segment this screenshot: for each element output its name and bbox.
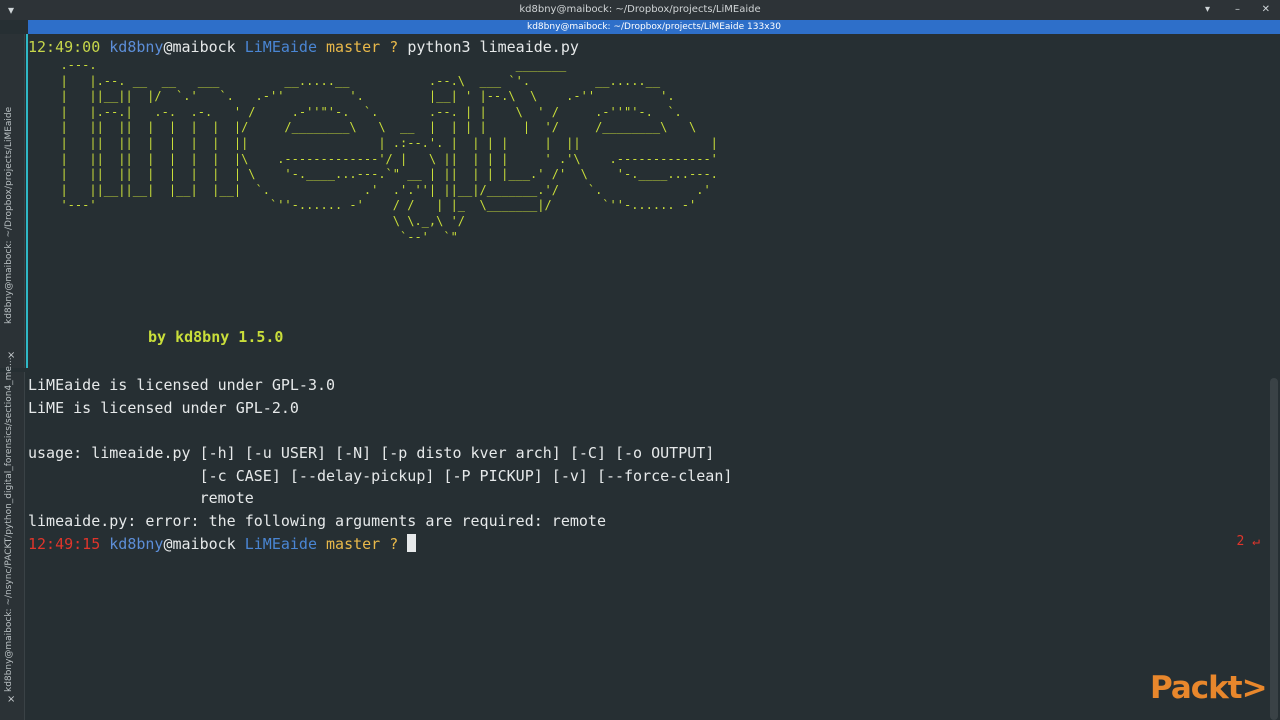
output-line: remote xyxy=(28,489,254,507)
terminal-scrollbar[interactable] xyxy=(1270,378,1278,720)
pane-bottom-close-icon[interactable]: × xyxy=(7,694,15,705)
output-line: LiMEaide is licensed under GPL-3.0 xyxy=(28,376,336,394)
exit-status-badge: 2 ↵ xyxy=(1236,534,1260,549)
split-pane-bottom-sidebar: kd8bny@maibock: ~/nsync/PACKT/python_dig… xyxy=(0,357,25,720)
terminal-pane-top[interactable]: 12:49:00 kd8bny@maibock LiMEaide master … xyxy=(28,36,1268,368)
ascii-banner: .---. _______ | |.--. __ __ ___ __....._… xyxy=(60,58,718,244)
text-cursor[interactable] xyxy=(407,534,417,552)
banner-byline: by kd8bny 1.5.0 xyxy=(148,328,284,346)
prompt-dir: LiMEaide xyxy=(244,535,317,553)
window-dropdown-icon[interactable]: ▾ xyxy=(1205,0,1210,20)
terminal-pane-bottom[interactable]: LiMEaide is licensed under GPL-3.0 LiME … xyxy=(28,374,1268,720)
prompt-user: kd8bny xyxy=(109,535,164,553)
prompt-branch: master xyxy=(326,535,381,553)
minimize-icon[interactable]: – xyxy=(1235,0,1240,20)
prompt-branch: master xyxy=(326,38,381,56)
window-title: kd8bny@maibock: ~/Dropbox/projects/LiMEa… xyxy=(519,4,761,15)
prompt-line: 12:49:00 kd8bny@maibock LiMEaide master … xyxy=(28,36,579,58)
output-line: LiME is licensed under GPL-2.0 xyxy=(28,399,299,417)
prompt-status: ? xyxy=(389,535,399,553)
prompt-line[interactable]: 12:49:15 kd8bny@maibock LiMEaide master … xyxy=(28,533,417,555)
output-line: [-c CASE] [--delay-pickup] [-P PICKUP] [… xyxy=(28,467,733,485)
output-line: usage: limeaide.py [-h] [-u USER] [-N] [… xyxy=(28,444,715,462)
prompt-user: kd8bny xyxy=(109,38,164,56)
command-text: python3 limeaide.py xyxy=(407,38,579,56)
pane-top-label: kd8bny@maibock: ~/Dropbox/projects/LiMEa… xyxy=(4,106,14,324)
prompt-status: ? xyxy=(389,38,399,56)
window-menu-icon[interactable]: ▾ xyxy=(8,0,14,20)
terminal-window: ▾ kd8bny@maibock: ~/Dropbox/projects/LiM… xyxy=(0,0,1280,720)
pane-bottom-label: kd8bny@maibock: ~/nsync/PACKT/python_dig… xyxy=(4,357,14,692)
prompt-host: @maibock xyxy=(163,535,236,553)
window-titlebar[interactable]: ▾ kd8bny@maibock: ~/Dropbox/projects/LiM… xyxy=(0,0,1280,20)
prompt-host: @maibock xyxy=(163,38,236,56)
tab-title: kd8bny@maibock: ~/Dropbox/projects/LiMEa… xyxy=(527,22,781,32)
prompt-time: 12:49:00 xyxy=(28,38,101,56)
close-icon[interactable]: ✕ xyxy=(1262,0,1270,20)
error-line: limeaide.py: error: the following argume… xyxy=(28,512,606,530)
split-pane-top-sidebar: kd8bny@maibock: ~/Dropbox/projects/LiMEa… xyxy=(0,34,25,368)
prompt-dir: LiMEaide xyxy=(244,38,317,56)
packt-logo: Packt> xyxy=(1150,670,1268,706)
prompt-time: 12:49:15 xyxy=(28,535,101,553)
terminal-tab-active[interactable]: kd8bny@maibock: ~/Dropbox/projects/LiMEa… xyxy=(28,20,1280,34)
